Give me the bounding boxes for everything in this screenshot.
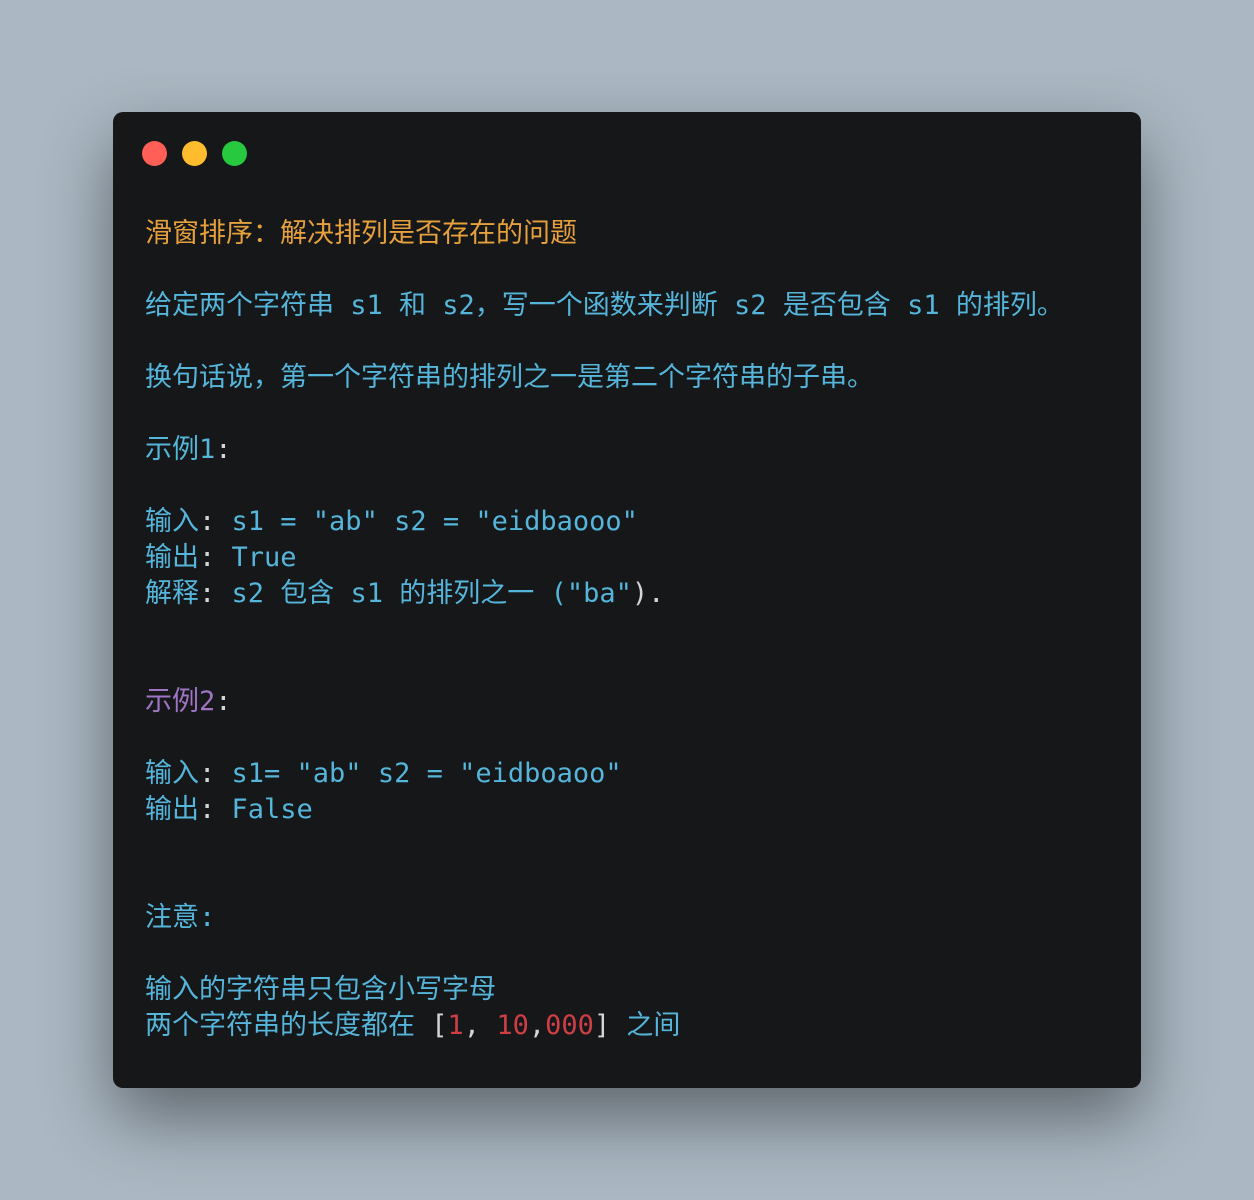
example2-input-label: 输入: [145, 758, 199, 789]
note-item-2: 两个字符串的长度都在 [1, 10,000] 之间: [145, 1008, 680, 1044]
example1-input-label: 输入: [145, 506, 199, 537]
example2-output-colon: :: [199, 794, 216, 825]
example2-colon: :: [215, 686, 232, 717]
problem-title: 滑窗排序：解决排列是否存在的问题: [145, 218, 577, 249]
note-comma-2: ,: [528, 1010, 546, 1041]
example1-input-value: s1 = "ab" s2 = "eidbaooo": [215, 506, 638, 537]
code-content: 滑窗排序：解决排列是否存在的问题 给定两个字符串 s1 和 s2，写一个函数来判…: [145, 112, 1121, 1041]
example2-output-value: False: [215, 794, 313, 825]
note-num-1: 1: [447, 1010, 464, 1041]
example1-heading: 示例1:: [145, 432, 232, 468]
example1-output: 输出: True: [145, 540, 297, 576]
example1-explain: 解释: s2 包含 s1 的排列之一 ("ba").: [145, 576, 664, 612]
note-num-2: 10: [496, 1010, 529, 1041]
example1-input-colon: :: [199, 506, 216, 537]
example2-heading: 示例2:: [145, 684, 232, 720]
example1-explain-colon: :: [199, 578, 216, 609]
example2-output-label: 输出: [145, 794, 199, 825]
example1-heading-text: 示例1: [145, 434, 216, 465]
example2-output: 输出: False: [145, 792, 313, 828]
note-bracket-open: [: [431, 1010, 448, 1041]
example1-input: 输入: s1 = "ab" s2 = "eidbaooo": [145, 504, 638, 540]
note-item2-text: 两个字符串的长度都在: [145, 1010, 432, 1041]
note-item-1: 输入的字符串只包含小写字母: [145, 974, 496, 1005]
example1-output-label: 输出: [145, 542, 199, 573]
note-bracket-close: ]: [593, 1010, 611, 1041]
problem-description: 给定两个字符串 s1 和 s2，写一个函数来判断 s2 是否包含 s1 的排列。: [145, 290, 1064, 321]
example1-explain-label: 解释: [145, 578, 199, 609]
example1-output-value: True: [215, 542, 297, 573]
note-heading: 注意:: [145, 902, 216, 933]
note-num-3: 000: [545, 1010, 594, 1041]
example1-output-colon: :: [199, 542, 216, 573]
note-item2-end: 之间: [610, 1010, 681, 1041]
example1-colon: :: [215, 434, 232, 465]
example2-input-colon: :: [199, 758, 216, 789]
example2-input-value: s1= "ab" s2 = "eidboaoo": [215, 758, 622, 789]
example2-heading-text: 示例2: [145, 686, 216, 717]
example2-input: 输入: s1= "ab" s2 = "eidboaoo": [145, 756, 622, 792]
code-window: 滑窗排序：解决排列是否存在的问题 给定两个字符串 s1 和 s2，写一个函数来判…: [113, 112, 1141, 1088]
problem-description-2: 换句话说，第一个字符串的排列之一是第二个字符串的子串。: [145, 362, 874, 393]
note-comma-1: ,: [463, 1010, 497, 1041]
example1-explain-end: ).: [631, 578, 665, 609]
example1-explain-quote: "ba": [566, 578, 632, 609]
example1-explain-value: s2 包含 s1 的排列之一 (: [215, 578, 567, 609]
